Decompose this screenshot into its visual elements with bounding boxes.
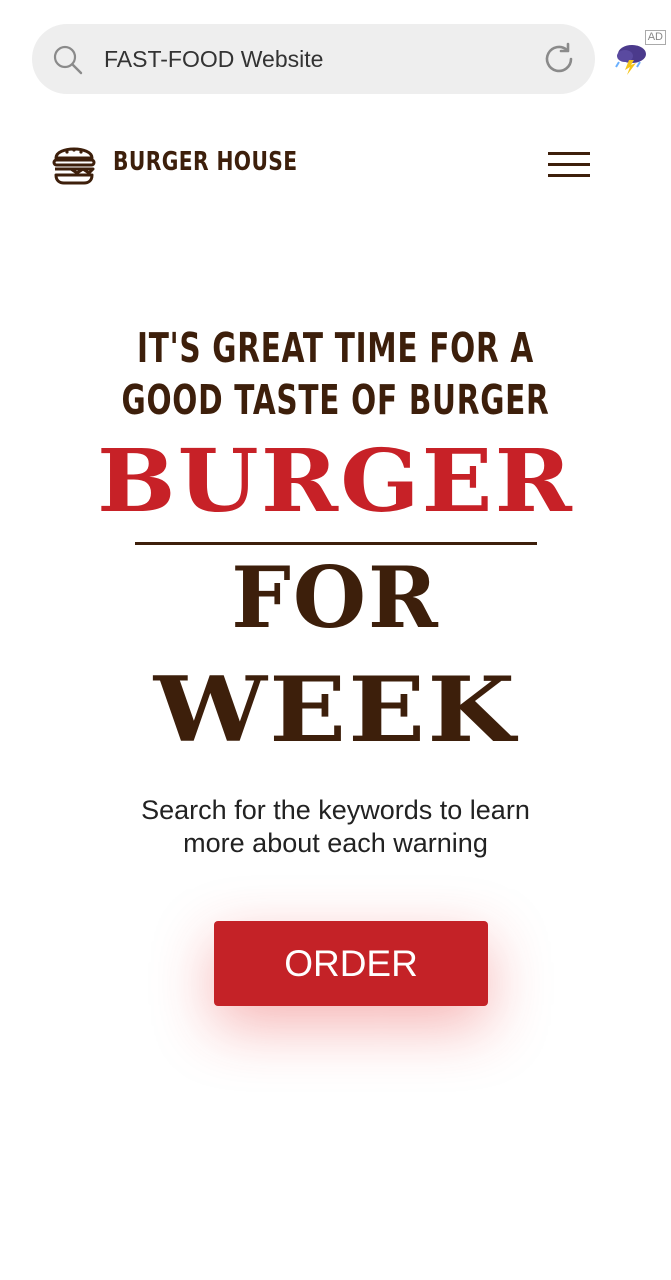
menu-bar — [548, 152, 590, 155]
tagline-line-2: GOOD TASTE OF BURGER — [121, 376, 550, 424]
hero-divider — [135, 542, 537, 545]
menu-bar — [548, 174, 590, 177]
hero-word-burger: BURGER — [97, 431, 574, 532]
hero-tagline: IT'S GREAT TIME FOR A GOOD TASTE OF BURG… — [94, 322, 577, 426]
hamburger-menu-icon[interactable] — [548, 152, 592, 180]
desc-line-1: Search for the keywords to learn — [141, 795, 530, 825]
reload-icon[interactable] — [541, 41, 577, 77]
hero-word-for: FOR — [231, 548, 440, 647]
menu-bar — [548, 163, 590, 166]
ad-widget[interactable]: AD — [614, 30, 666, 78]
desc-line-2: more about each warning — [183, 828, 488, 858]
search-icon — [53, 45, 83, 75]
brand-name[interactable]: BURGER HOUSE — [113, 146, 298, 178]
browser-search-bar[interactable]: FAST-FOOD Website — [32, 24, 595, 94]
hero-word-week: WEEK — [153, 657, 518, 763]
tagline-line-1: IT'S GREAT TIME FOR A — [137, 324, 534, 372]
search-text[interactable]: FAST-FOOD Website — [104, 24, 323, 94]
order-button[interactable]: ORDER — [214, 921, 488, 1006]
hero-description: Search for the keywords to learn more ab… — [0, 794, 671, 860]
burger-icon[interactable] — [50, 138, 98, 186]
storm-cloud-icon — [615, 45, 646, 75]
